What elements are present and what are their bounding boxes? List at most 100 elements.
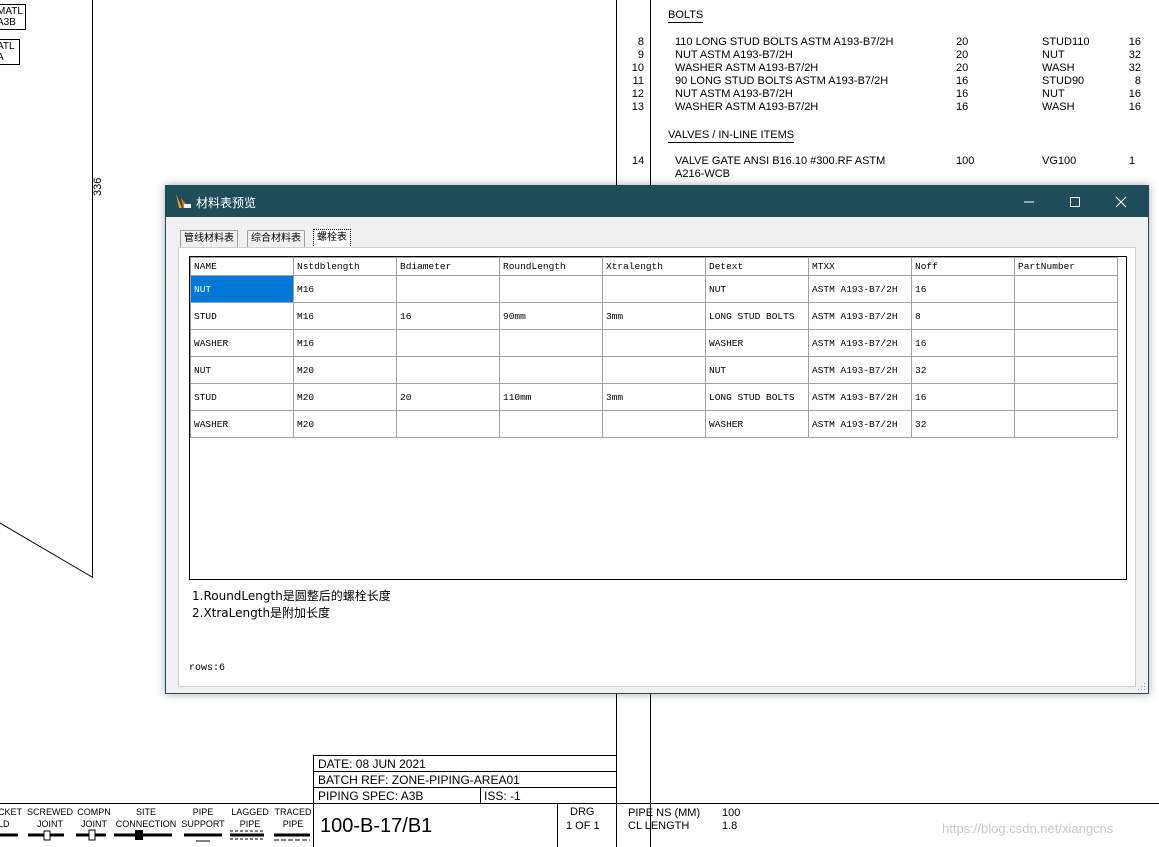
table-row[interactable]: STUD M16 16 90mm 3mm LONG STUD BOLTS ASTM A193…: [190, 302, 1118, 330]
table-cell[interactable]: 32: [911, 356, 1015, 384]
table-cell[interactable]: [602, 356, 706, 384]
maximize-button[interactable]: [1052, 186, 1098, 217]
table-cell[interactable]: NUT: [190, 356, 294, 384]
table-cell[interactable]: WASHER: [190, 329, 294, 357]
table-cell[interactable]: M20: [293, 383, 397, 411]
table-row[interactable]: NUT M16 NUT ASTM A193-B7/2H 16: [190, 275, 1118, 303]
drawing-diagonal-line: [0, 522, 93, 578]
table-row[interactable]: WASHER M20 WASHER ASTM A193-B7/2H 32: [190, 410, 1118, 438]
table-cell[interactable]: 3mm: [602, 383, 706, 411]
bom-desc: WASHER ASTM A193-B7/2H: [675, 62, 819, 74]
column-header[interactable]: Nstdblength: [293, 257, 397, 276]
table-cell[interactable]: [602, 275, 706, 303]
table-cell[interactable]: [602, 329, 706, 357]
close-icon: [1115, 196, 1127, 208]
resize-grip-icon[interactable]: [1138, 683, 1146, 691]
tab-combined-materials[interactable]: 综合材料表: [247, 230, 305, 247]
table-cell[interactable]: [396, 275, 500, 303]
bolt-bom-row: 8 110 LONG STUD BOLTS ASTM A193-B7/2H 20 ST…: [620, 36, 1150, 49]
column-header[interactable]: RoundLength: [499, 257, 603, 276]
column-header[interactable]: Xtralength: [602, 257, 706, 276]
bom-code: NUT: [1042, 49, 1065, 61]
table-cell[interactable]: M16: [293, 275, 397, 303]
column-header[interactable]: NAME: [190, 257, 294, 276]
bolt-bom-row: 9 NUT ASTM A193-B7/2H 20 NUT 32: [620, 49, 1150, 62]
table-cell[interactable]: [1014, 410, 1118, 438]
column-header[interactable]: MTXX: [808, 257, 912, 276]
table-cell[interactable]: [396, 410, 500, 438]
table-cell[interactable]: M16: [293, 329, 397, 357]
column-header[interactable]: Noff: [911, 257, 1015, 276]
table-cell[interactable]: 16: [911, 329, 1015, 357]
table-cell[interactable]: [499, 356, 603, 384]
table-cell[interactable]: 32: [911, 410, 1015, 438]
table-cell[interactable]: STUD: [190, 302, 294, 330]
column-header[interactable]: PartNumber: [1014, 257, 1118, 276]
table-cell[interactable]: ASTM A193-B7/2H: [808, 410, 912, 438]
table-cell[interactable]: [499, 275, 603, 303]
table-cell[interactable]: [1014, 356, 1118, 384]
legend-screwed-joint: SCREWED JOINT: [26, 807, 73, 829]
table-cell[interactable]: M16: [293, 302, 397, 330]
table-cell[interactable]: [1014, 329, 1118, 357]
table-cell[interactable]: ASTM A193-B7/2H: [808, 356, 912, 384]
table-cell[interactable]: ASTM A193-B7/2H: [808, 302, 912, 330]
table-cell[interactable]: NUT: [190, 275, 294, 303]
table-cell[interactable]: [499, 329, 603, 357]
note-xtra-length: 2.XtraLength是附加长度: [192, 606, 331, 620]
table-cell[interactable]: [1014, 302, 1118, 330]
table-cell[interactable]: M20: [293, 356, 397, 384]
table-cell[interactable]: 3mm: [602, 302, 706, 330]
bolt-data-grid[interactable]: NAME Nstdblength Bdiameter RoundLength Xtral…: [189, 256, 1127, 580]
bom-desc: VALVE GATE ANSI B16.10 #300.RF ASTM: [675, 155, 886, 167]
table-cell[interactable]: [396, 356, 500, 384]
bom-num: 14: [632, 155, 645, 167]
table-cell[interactable]: 16: [911, 275, 1015, 303]
table-cell[interactable]: ASTM A193-B7/2H: [808, 275, 912, 303]
table-cell[interactable]: STUD: [190, 383, 294, 411]
table-cell[interactable]: [499, 410, 603, 438]
table-cell[interactable]: 8: [911, 302, 1015, 330]
bolt-bom-row: 13 WASHER ASTM A193-B7/2H 16 WASH 16: [620, 101, 1150, 114]
table-cell[interactable]: M20: [293, 410, 397, 438]
table-cell[interactable]: NUT: [705, 356, 809, 384]
table-cell[interactable]: 20: [396, 383, 500, 411]
valves-heading: VALVES / IN-LINE ITEMS: [668, 129, 795, 143]
minimize-icon: [1024, 201, 1034, 203]
bom-qty: 8: [1134, 75, 1141, 87]
table-cell[interactable]: 16: [911, 383, 1015, 411]
bom-code: WASH: [1042, 101, 1075, 113]
table-cell[interactable]: WASHER: [190, 410, 294, 438]
column-header[interactable]: Bdiameter: [396, 257, 500, 276]
table-cell[interactable]: [396, 329, 500, 357]
table-cell[interactable]: LONG STUD BOLTS: [705, 302, 809, 330]
table-row[interactable]: STUD M20 20 110mm 3mm LONG STUD BOLTS ASTM A19…: [190, 383, 1118, 411]
table-row[interactable]: NUT M20 NUT ASTM A193-B7/2H 32: [190, 356, 1118, 384]
table-row[interactable]: WASHER M16 WASHER ASTM A193-B7/2H 16: [190, 329, 1118, 357]
bom-num: 10: [631, 62, 644, 74]
table-cell[interactable]: ASTM A193-B7/2H: [808, 383, 912, 411]
table-cell[interactable]: [1014, 383, 1118, 411]
column-header[interactable]: Detext: [705, 257, 809, 276]
tab-pipeline-materials[interactable]: 管线材料表: [180, 230, 238, 247]
table-cell[interactable]: ASTM A193-B7/2H: [808, 329, 912, 357]
table-cell[interactable]: WASHER: [705, 329, 809, 357]
legend-compn-joint: COMPN JOINT: [77, 807, 111, 829]
table-cell[interactable]: LONG STUD BOLTS: [705, 383, 809, 411]
dialog-titlebar[interactable]: 材料表预览: [166, 186, 1148, 217]
table-cell[interactable]: [1014, 275, 1118, 303]
bolt-bom-row: 11 90 LONG STUD BOLTS ASTM A193-B7/2H 16 ST…: [620, 75, 1150, 88]
table-cell[interactable]: 90mm: [499, 302, 603, 330]
cl-length-label: CL LENGTH: [628, 820, 690, 832]
table-cell[interactable]: NUT: [705, 275, 809, 303]
table-cell[interactable]: WASHER: [705, 410, 809, 438]
tab-bolt-table[interactable]: 螺栓表: [313, 229, 351, 248]
table-cell[interactable]: 110mm: [499, 383, 603, 411]
minimize-button[interactable]: [1006, 186, 1052, 217]
cl-length-value: 1.8: [722, 820, 738, 832]
table-cell[interactable]: [602, 410, 706, 438]
close-button[interactable]: [1098, 186, 1144, 217]
table-cell[interactable]: 16: [396, 302, 500, 330]
title-block-line: [480, 787, 481, 803]
bom-num: 11: [632, 75, 644, 87]
